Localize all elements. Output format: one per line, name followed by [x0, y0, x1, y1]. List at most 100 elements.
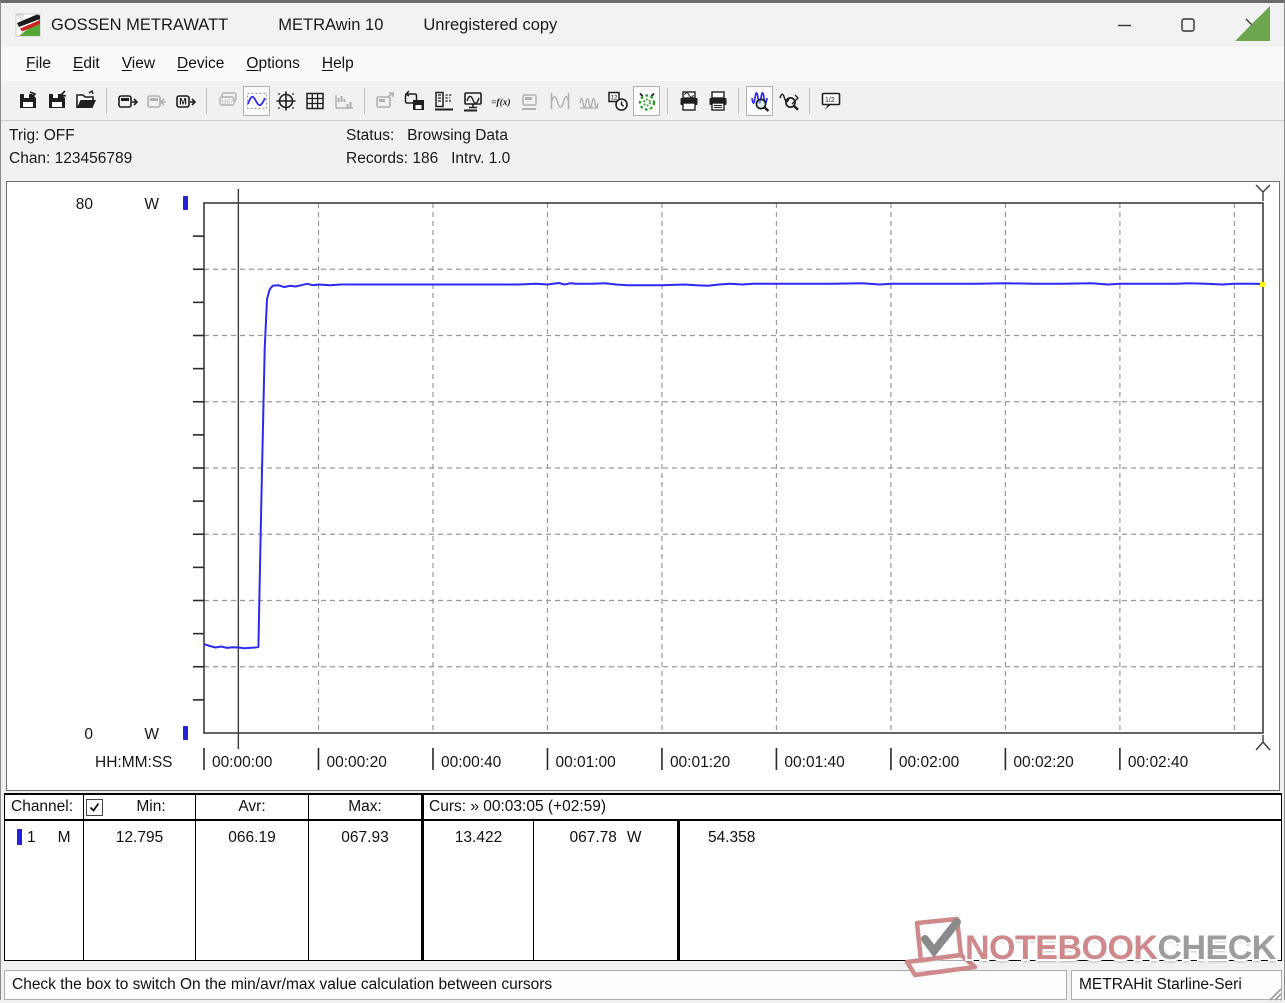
xy-chart-view-icon: [276, 91, 295, 110]
channel-stats-table: Channel: Min: Avr: Max: Curs: » 00:03:05…: [4, 793, 1282, 961]
live-mode-button[interactable]: [633, 85, 660, 116]
header-max-label: Max:: [309, 795, 424, 819]
maximize-button[interactable]: [1156, 3, 1220, 47]
formula-editor-button[interactable]: =f(x): [488, 86, 515, 116]
single-curve-button: [546, 86, 573, 116]
x-axis-label: 00:00:20: [326, 754, 387, 771]
toolbar-separator: [364, 87, 365, 114]
x-axis-label: 00:01:00: [555, 754, 616, 771]
toolbar-separator: [206, 87, 207, 114]
print-icon: [709, 90, 726, 111]
write-to-device-button: [143, 86, 170, 116]
svg-text:=f(x): =f(x): [491, 97, 511, 108]
channel-number: 1: [27, 829, 36, 846]
menu-item-device[interactable]: Device: [166, 51, 235, 77]
channel-mode: M: [57, 829, 71, 846]
yt-chart-view-button[interactable]: [243, 85, 270, 116]
menu-item-file[interactable]: File: [15, 51, 62, 77]
toolbar-separator: [106, 87, 107, 114]
multi-curve-button: [575, 86, 602, 116]
file-open-button[interactable]: [72, 86, 99, 116]
chart-panel[interactable]: 00:00:00 00:00:20 00:00:40 00:01:00 00:01:20…: [6, 181, 1280, 791]
write-to-device-icon: [146, 94, 166, 108]
file-save-icon: [19, 90, 36, 108]
formula-editor-icon: =f(x): [491, 97, 511, 108]
time-settings-button[interactable]: 12: [604, 86, 631, 116]
title-vendor: GOSSEN METRAWATT: [51, 15, 229, 34]
read-from-device-icon: [117, 94, 138, 108]
xy-chart-view-button[interactable]: [272, 86, 299, 116]
file-save-button[interactable]: [14, 86, 41, 116]
live-mode-icon: [638, 92, 655, 111]
menu-item-view[interactable]: View: [111, 51, 166, 77]
channel-color-marker: [17, 829, 22, 845]
zoom-mode-button[interactable]: [775, 86, 802, 116]
toolbar-separator: [809, 87, 810, 114]
menu-item-edit[interactable]: Edit: [62, 51, 111, 77]
trigger-status: Trig: OFF: [9, 127, 75, 144]
metrawin-window: { "window": { "app_vendor": "GOSSEN METR…: [0, 0, 1285, 1003]
read-device-memory-icon: M: [175, 94, 196, 108]
print-preview-button[interactable]: [675, 86, 702, 116]
file-save-as-button[interactable]: [43, 86, 70, 116]
power-chart-canvas[interactable]: 00:00:00 00:00:20 00:00:40 00:01:00 00:01:20…: [7, 182, 1277, 788]
y-max-label: 80: [76, 196, 94, 213]
store-to-disk-icon: [404, 90, 424, 110]
maximize-icon: [1181, 18, 1195, 32]
measurement-info-strip: Trig: OFF Chan: 123456789 Status: Browsi…: [1, 122, 1284, 181]
menu-item-options[interactable]: Options: [235, 51, 310, 77]
toolbar: M 1257 =f(x) 12 1/2: [1, 81, 1284, 121]
print-button[interactable]: [704, 86, 731, 116]
statusbar-hint: Check the box to switch On the min/avr/m…: [4, 970, 1067, 1000]
read-from-device-button[interactable]: [114, 86, 141, 116]
minimize-button[interactable]: [1092, 3, 1156, 47]
x-axis-label: 00:02:00: [899, 754, 960, 771]
header-min-label: Min:: [136, 798, 166, 815]
x-axis-label: 00:02:20: [1013, 754, 1074, 771]
x-axis-title: HH:MM:SS: [95, 754, 173, 771]
single-curve-icon: [550, 92, 569, 109]
table-view-button[interactable]: [301, 86, 328, 116]
multi-curve-icon: [578, 97, 599, 109]
print-preview-icon: [680, 90, 697, 111]
channel-range-marker-bottom: [183, 726, 188, 740]
toolbar-separator: [738, 87, 739, 114]
zoom-in-icon: [750, 91, 769, 112]
menu-item-help[interactable]: Help: [311, 51, 365, 77]
cursor1-value: 13.422: [424, 821, 534, 961]
channel-settings-button[interactable]: [430, 86, 457, 116]
cursor2-number: 067.78: [569, 829, 617, 846]
store-to-disk-button[interactable]: [401, 86, 428, 116]
checkmark-icon: [89, 802, 100, 812]
table-view-icon: [305, 92, 324, 109]
zoom-mode-icon: [778, 93, 799, 111]
statusbar-device-name: METRAHit Starline-Seri: [1071, 970, 1282, 1000]
channel-cell[interactable]: 1 M: [5, 821, 84, 961]
cursor2-curve-intersection-dot: [1260, 281, 1265, 287]
device-settings-button: [517, 86, 544, 116]
power-curve: [203, 282, 1264, 650]
channel-list: Chan: 123456789: [9, 150, 133, 167]
channel-settings-icon: [434, 91, 453, 110]
title-license: Unregistered copy: [423, 15, 558, 34]
monitor-settings-button[interactable]: [459, 86, 486, 116]
x-axis-label: 00:01:40: [784, 754, 845, 771]
minmax-calc-checkbox[interactable]: [86, 798, 103, 816]
read-device-memory-button[interactable]: M: [172, 86, 199, 116]
title-app-name: METRAwin 10: [278, 15, 384, 34]
device-settings-icon: [521, 93, 537, 110]
max-value: 067.93: [309, 821, 424, 961]
svg-text:M: M: [179, 96, 187, 106]
svg-text:1257: 1257: [220, 99, 232, 105]
title-bar[interactable]: GOSSEN METRAWATT METRAwin 10 Unregistere…: [1, 3, 1284, 47]
resize-grip[interactable]: [1266, 985, 1282, 1001]
table-row: 1 M 12.795 066.19 067.93 13.422 067.78 W…: [5, 821, 1281, 961]
toolbar-separator: [667, 87, 668, 114]
export-data-icon: [375, 91, 394, 108]
annotations-button[interactable]: 1/2: [817, 86, 844, 116]
file-open-icon: [75, 89, 96, 108]
status-text: Status: Browsing Data: [346, 127, 508, 144]
zoom-in-button[interactable]: [746, 85, 773, 116]
cursor2-value: 067.78 W: [534, 821, 680, 961]
channel-range-marker-top: [183, 196, 188, 210]
